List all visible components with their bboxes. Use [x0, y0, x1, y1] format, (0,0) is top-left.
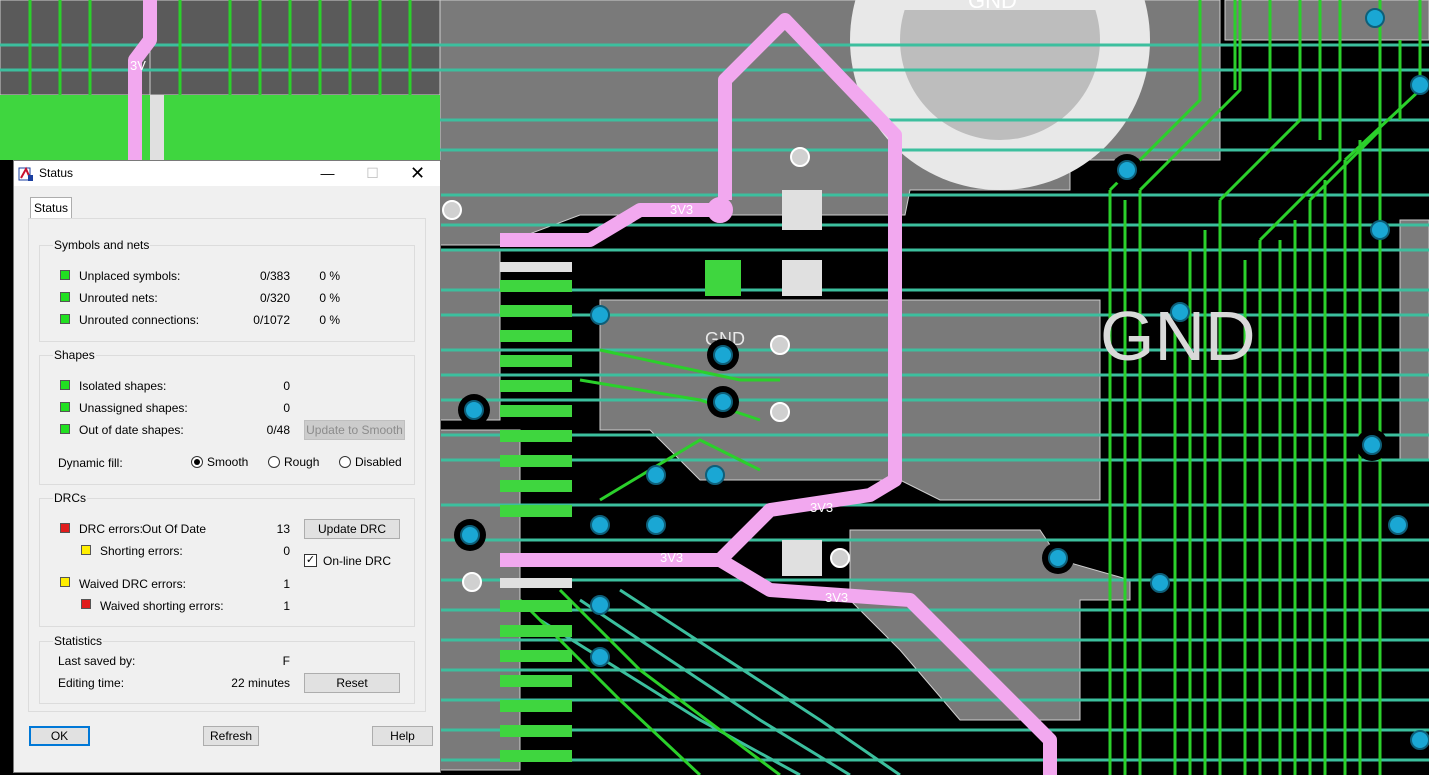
- status-led: [60, 380, 70, 390]
- unassigned-shapes-value: 0: [283, 401, 290, 415]
- status-led: [81, 599, 91, 609]
- radio-rough[interactable]: [268, 456, 280, 468]
- status-dialog: Status — ☐ ✕ Status Symbols and nets Unp…: [13, 160, 441, 773]
- shorting-errors-value: 0: [283, 544, 290, 558]
- waived-shorting-errors-value: 1: [283, 599, 290, 613]
- radio-rough-label[interactable]: Rough: [284, 455, 319, 469]
- status-led: [60, 292, 70, 302]
- refresh-button[interactable]: Refresh: [203, 726, 259, 746]
- maximize-button[interactable]: ☐: [350, 161, 395, 186]
- status-led: [60, 577, 70, 587]
- unplaced-symbols-label: Unplaced symbols:: [79, 269, 181, 283]
- close-button[interactable]: ✕: [395, 161, 440, 186]
- unrouted-nets-count: 0/320: [259, 291, 290, 305]
- dynamic-fill-label: Dynamic fill:: [58, 456, 123, 470]
- unrouted-nets-percent: 0 %: [319, 291, 340, 305]
- editing-time-value: 22 minutes: [231, 676, 290, 690]
- drc-errors-label: DRC errors:: [79, 522, 144, 536]
- update-to-smooth-button[interactable]: Update to Smooth: [304, 420, 405, 440]
- out-of-date-shapes-value: 0/48: [266, 423, 290, 437]
- gnd-label-top: GND: [968, 0, 1017, 13]
- ok-button[interactable]: OK: [29, 726, 90, 746]
- reset-button[interactable]: Reset: [304, 673, 400, 693]
- online-drc-label[interactable]: On-line DRC: [323, 554, 391, 568]
- unrouted-connections-percent: 0 %: [319, 313, 340, 327]
- radio-smooth-label[interactable]: Smooth: [207, 455, 248, 469]
- waived-shorting-errors-label: Waived shorting errors:: [100, 599, 224, 613]
- editing-time-label: Editing time:: [58, 676, 125, 690]
- status-led: [60, 523, 70, 533]
- help-button[interactable]: Help: [372, 726, 433, 746]
- unassigned-shapes-label: Unassigned shapes:: [79, 401, 188, 415]
- title-bar[interactable]: Status — ☐ ✕: [14, 161, 440, 186]
- tab-strip: Status: [28, 197, 426, 219]
- isolated-shapes-value: 0: [283, 379, 290, 393]
- minimize-button[interactable]: —: [305, 161, 350, 186]
- group-title-statistics: Statistics: [53, 634, 104, 648]
- unrouted-connections-count: 0/1072: [253, 313, 290, 327]
- group-title-symbols: Symbols and nets: [53, 238, 151, 252]
- radio-disabled[interactable]: [339, 456, 351, 468]
- waived-drc-errors-value: 1: [283, 577, 290, 591]
- label-3v: 3V: [130, 58, 146, 73]
- status-led: [60, 314, 70, 324]
- app-icon: [18, 166, 34, 182]
- last-saved-value: F: [282, 654, 290, 668]
- unplaced-symbols-count: 0/383: [259, 269, 290, 283]
- status-led: [81, 545, 91, 555]
- update-drc-button[interactable]: Update DRC: [304, 519, 400, 539]
- out-of-date-shapes-label: Out of date shapes:: [79, 423, 184, 437]
- status-led: [60, 402, 70, 412]
- isolated-shapes-label: Isolated shapes:: [79, 379, 167, 393]
- online-drc-checkbox[interactable]: ✓: [304, 554, 317, 567]
- tab-status[interactable]: Status: [30, 197, 72, 218]
- divider: [28, 711, 426, 712]
- status-led: [60, 270, 70, 280]
- label-3v3-d: 3V3: [670, 202, 693, 217]
- waived-drc-errors-label: Waived DRC errors:: [79, 577, 186, 591]
- label-3v3-a: 3V3: [660, 550, 683, 565]
- radio-disabled-label[interactable]: Disabled: [355, 455, 402, 469]
- label-3v3-c: 3V3: [825, 590, 848, 605]
- unrouted-nets-label: Unrouted nets:: [79, 291, 158, 305]
- group-title-drcs: DRCs: [53, 491, 87, 505]
- group-title-shapes: Shapes: [53, 348, 96, 362]
- unrouted-connections-label: Unrouted connections:: [79, 313, 200, 327]
- shorting-errors-label: Shorting errors:: [100, 544, 183, 558]
- unplaced-symbols-percent: 0 %: [319, 269, 340, 283]
- last-saved-label: Last saved by:: [58, 654, 136, 668]
- status-led: [60, 424, 70, 434]
- radio-smooth[interactable]: [191, 456, 203, 468]
- dialog-title: Status: [39, 166, 74, 180]
- drc-errors-value: 13: [276, 522, 290, 536]
- label-3v3-b: 3V3: [810, 500, 833, 515]
- drc-state: Out Of Date: [142, 522, 207, 536]
